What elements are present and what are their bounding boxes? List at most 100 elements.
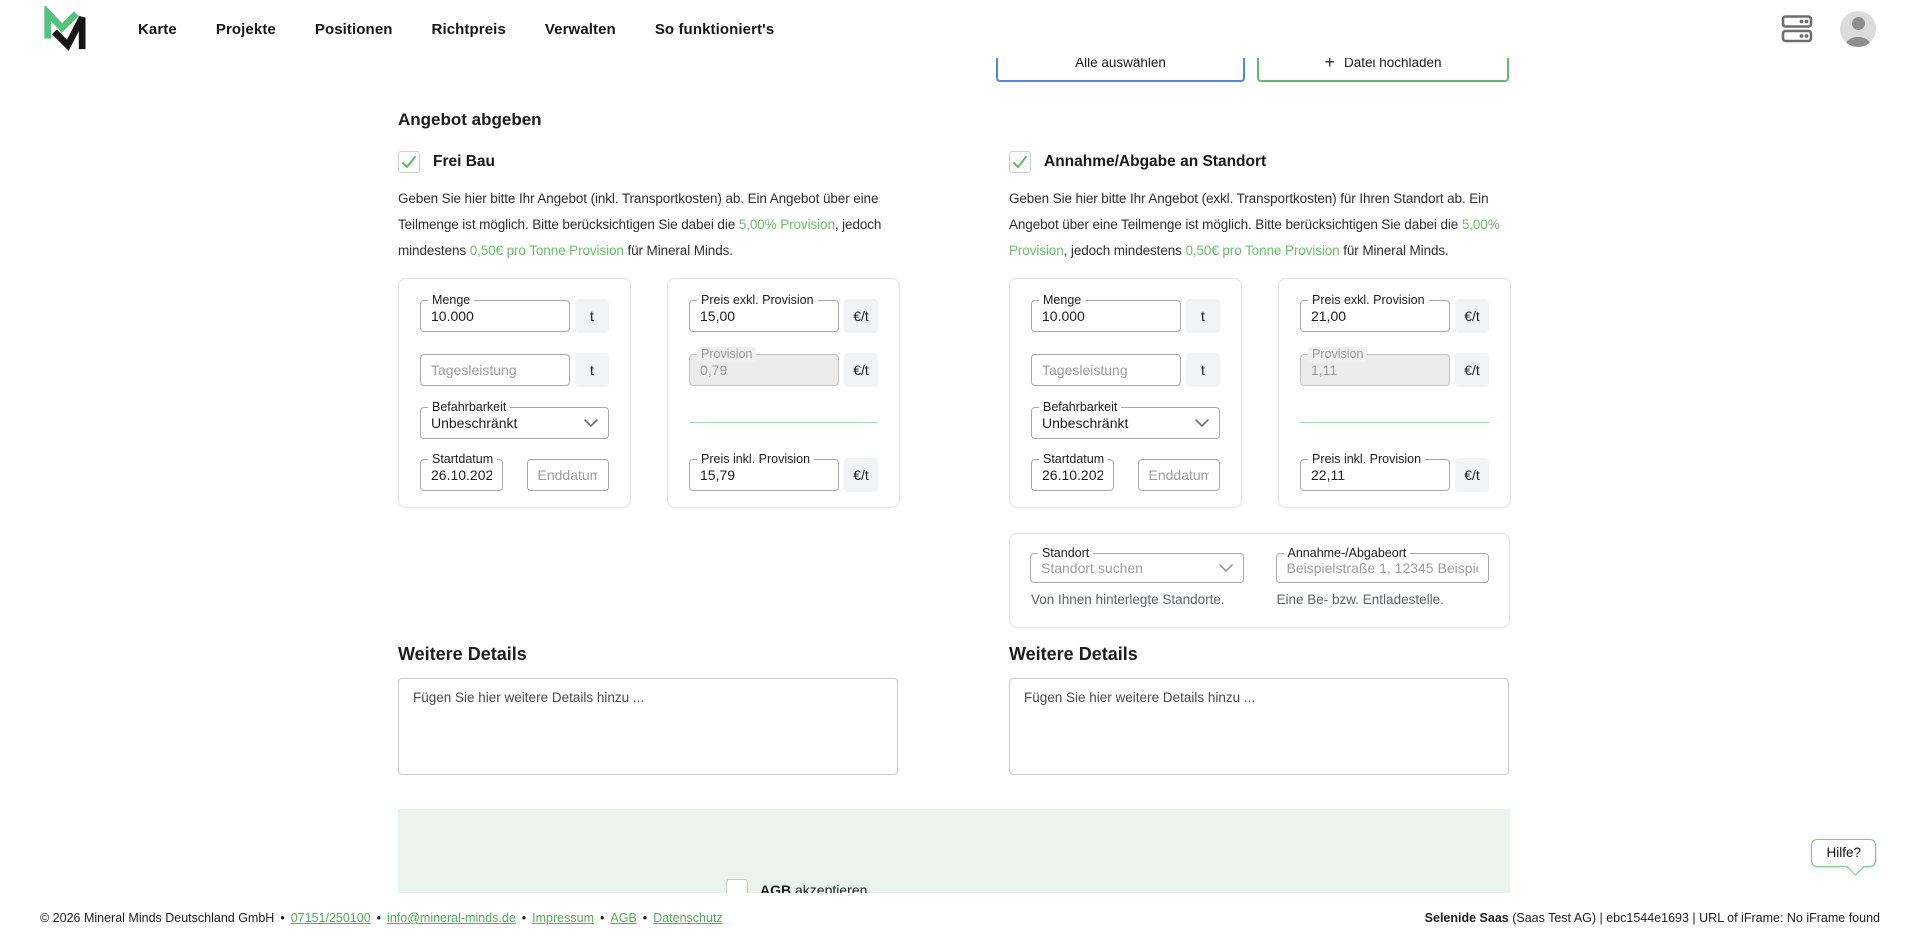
abgabeort-label: Annahme-/Abgabeort (1284, 546, 1411, 561)
nav-item-positionen[interactable]: Positionen (315, 21, 393, 38)
preis-exkl-field[interactable]: Preis exkl. Provision (1300, 300, 1450, 332)
chevron-down-icon (584, 419, 598, 427)
enddatum-input[interactable] (538, 467, 599, 483)
chevron-down-icon (1195, 419, 1209, 427)
frei-bau-description: Geben Sie hier bitte Ihr Angebot (inkl. … (398, 186, 903, 264)
preis-inkl-label: Preis inkl. Provision (697, 452, 814, 467)
provision-label: Provision (697, 347, 756, 362)
details-textarea-left[interactable] (398, 678, 898, 775)
price-divider (689, 422, 878, 423)
befahrbarkeit-select[interactable]: Befahrbarkeit Unbeschränkt (420, 407, 609, 439)
unit-tonne: t (1186, 353, 1220, 387)
user-avatar[interactable] (1840, 11, 1876, 47)
separator-dot: • (377, 911, 381, 925)
tagesleistung-input[interactable] (431, 362, 559, 378)
navbar-right (1780, 11, 1876, 47)
separator-dot: • (643, 911, 647, 925)
standort-select[interactable]: Standort Standort suchen (1030, 553, 1244, 583)
details-title-right: Weitere Details (1009, 644, 1138, 665)
desc-text: Geben Sie hier bitte Ihr Angebot (exkl. … (1009, 191, 1488, 232)
details-title-left: Weitere Details (398, 644, 527, 665)
price-divider (1300, 422, 1489, 423)
nav-item-so-funktionierts[interactable]: So funktioniert's (655, 21, 774, 38)
abgabeort-field[interactable]: Annahme-/Abgabeort (1276, 553, 1490, 583)
enddatum-field[interactable] (527, 459, 610, 491)
page-title: Angebot abgeben (398, 110, 542, 130)
enddatum-field[interactable] (1138, 459, 1221, 491)
standort-helper-text: Von Ihnen hinterlegte Standorte. (1031, 592, 1244, 607)
details-textarea-right[interactable] (1009, 678, 1509, 775)
abgabeort-group: Annahme-/Abgabeort Eine Be- bzw. Entlade… (1276, 553, 1490, 607)
tagesleistung-field[interactable] (420, 354, 570, 386)
preis-exkl-input[interactable] (1311, 308, 1439, 324)
preis-exkl-field[interactable]: Preis exkl. Provision (689, 300, 839, 332)
tagesleistung-input[interactable] (1042, 362, 1170, 378)
separator-dot: • (600, 911, 604, 925)
footer-app-name: Selenide Saas (1425, 911, 1509, 925)
footer-link-phone[interactable]: 07151/250100 (291, 911, 371, 925)
standort-group: Standort Standort suchen Von Ihnen hinte… (1030, 553, 1244, 607)
unit-eur-per-tonne: €/t (844, 299, 878, 333)
desc-text: für Mineral Minds. (1340, 243, 1449, 258)
abgabeort-helper-text: Eine Be- bzw. Entladestelle. (1277, 592, 1490, 607)
footer-link-impressum[interactable]: Impressum (532, 911, 594, 925)
footer-right-text: Selenide Saas (Saas Test AG) | ebc1544e1… (1425, 911, 1880, 925)
footer-link-agb[interactable]: AGB (610, 911, 636, 925)
provision-field: Provision (1300, 354, 1450, 386)
unit-eur-per-tonne: €/t (844, 458, 878, 492)
frei-bau-checkbox-row: Frei Bau (398, 150, 901, 174)
standort-location-card: Standort Standort suchen Von Ihnen hinte… (1009, 533, 1510, 628)
offer-column-frei-bau: Frei Bau Geben Sie hier bitte Ihr Angebo… (398, 150, 901, 264)
standort-offer-checkbox[interactable] (1009, 151, 1031, 173)
unit-tonne: t (575, 299, 609, 333)
preis-inkl-input[interactable] (1311, 467, 1439, 483)
befahrbarkeit-label: Befahrbarkeit (428, 400, 510, 415)
nav-item-richtpreis[interactable]: Richtpreis (432, 21, 506, 38)
mineral-minds-logo-icon (40, 6, 86, 52)
server-icon[interactable] (1780, 13, 1814, 45)
nav-item-projekte[interactable]: Projekte (216, 21, 276, 38)
nav-item-verwalten[interactable]: Verwalten (545, 21, 616, 38)
tonne-provision-link[interactable]: 0,50€ pro Tonne Provision (470, 243, 624, 258)
menge-input[interactable] (1042, 308, 1170, 324)
brand-logo[interactable] (40, 5, 88, 53)
menge-label: Menge (1039, 293, 1085, 308)
enddatum-input[interactable] (1149, 467, 1210, 483)
abgabeort-input[interactable] (1287, 560, 1479, 576)
check-icon (1012, 155, 1028, 169)
standort-offer-label: Annahme/Abgabe an Standort (1044, 153, 1266, 171)
separator-dot: • (280, 911, 284, 925)
menge-field[interactable]: Menge (1031, 300, 1181, 332)
unit-tonne: t (575, 353, 609, 387)
tagesleistung-field[interactable] (1031, 354, 1181, 386)
top-navbar: Karte Projekte Positionen Richtpreis Ver… (0, 0, 1920, 58)
copyright-text: © 2026 Mineral Minds Deutschland GmbH (40, 911, 274, 925)
startdatum-input[interactable] (1042, 467, 1103, 483)
preis-inkl-input[interactable] (700, 467, 828, 483)
preis-inkl-field[interactable]: Preis inkl. Provision (1300, 459, 1450, 491)
frei-bau-cards: Menge t t Befahrbarkeit Unbeschränkt Sta… (398, 278, 900, 508)
tonne-provision-link[interactable]: 0,50€ pro Tonne Provision (1185, 243, 1339, 258)
menge-field[interactable]: Menge (420, 300, 570, 332)
startdatum-field[interactable]: Startdatum (1031, 459, 1114, 491)
frei-bau-checkbox[interactable] (398, 151, 420, 173)
befahrbarkeit-label: Befahrbarkeit (1039, 400, 1121, 415)
desc-text: für Mineral Minds. (624, 243, 733, 258)
unit-eur-per-tonne: €/t (844, 353, 878, 387)
frei-bau-label: Frei Bau (433, 153, 495, 171)
befahrbarkeit-select[interactable]: Befahrbarkeit Unbeschränkt (1031, 407, 1220, 439)
frei-bau-quantity-card: Menge t t Befahrbarkeit Unbeschränkt Sta… (398, 278, 631, 508)
provision-link[interactable]: 5,00% Provision (739, 217, 835, 232)
nav-item-karte[interactable]: Karte (138, 21, 177, 38)
preis-exkl-input[interactable] (700, 308, 828, 324)
startdatum-input[interactable] (431, 467, 492, 483)
offer-column-standort: Annahme/Abgabe an Standort Geben Sie hie… (1009, 150, 1512, 264)
befahrbarkeit-value: Unbeschränkt (1042, 415, 1189, 431)
menge-input[interactable] (431, 308, 559, 324)
standort-price-card: Preis exkl. Provision €/t Provision €/t … (1278, 278, 1511, 508)
help-button[interactable]: Hilfe? (1811, 839, 1876, 867)
startdatum-field[interactable]: Startdatum (420, 459, 503, 491)
footer-link-datenschutz[interactable]: Datenschutz (653, 911, 722, 925)
preis-inkl-field[interactable]: Preis inkl. Provision (689, 459, 839, 491)
footer-link-email[interactable]: info@mineral-minds.de (387, 911, 516, 925)
